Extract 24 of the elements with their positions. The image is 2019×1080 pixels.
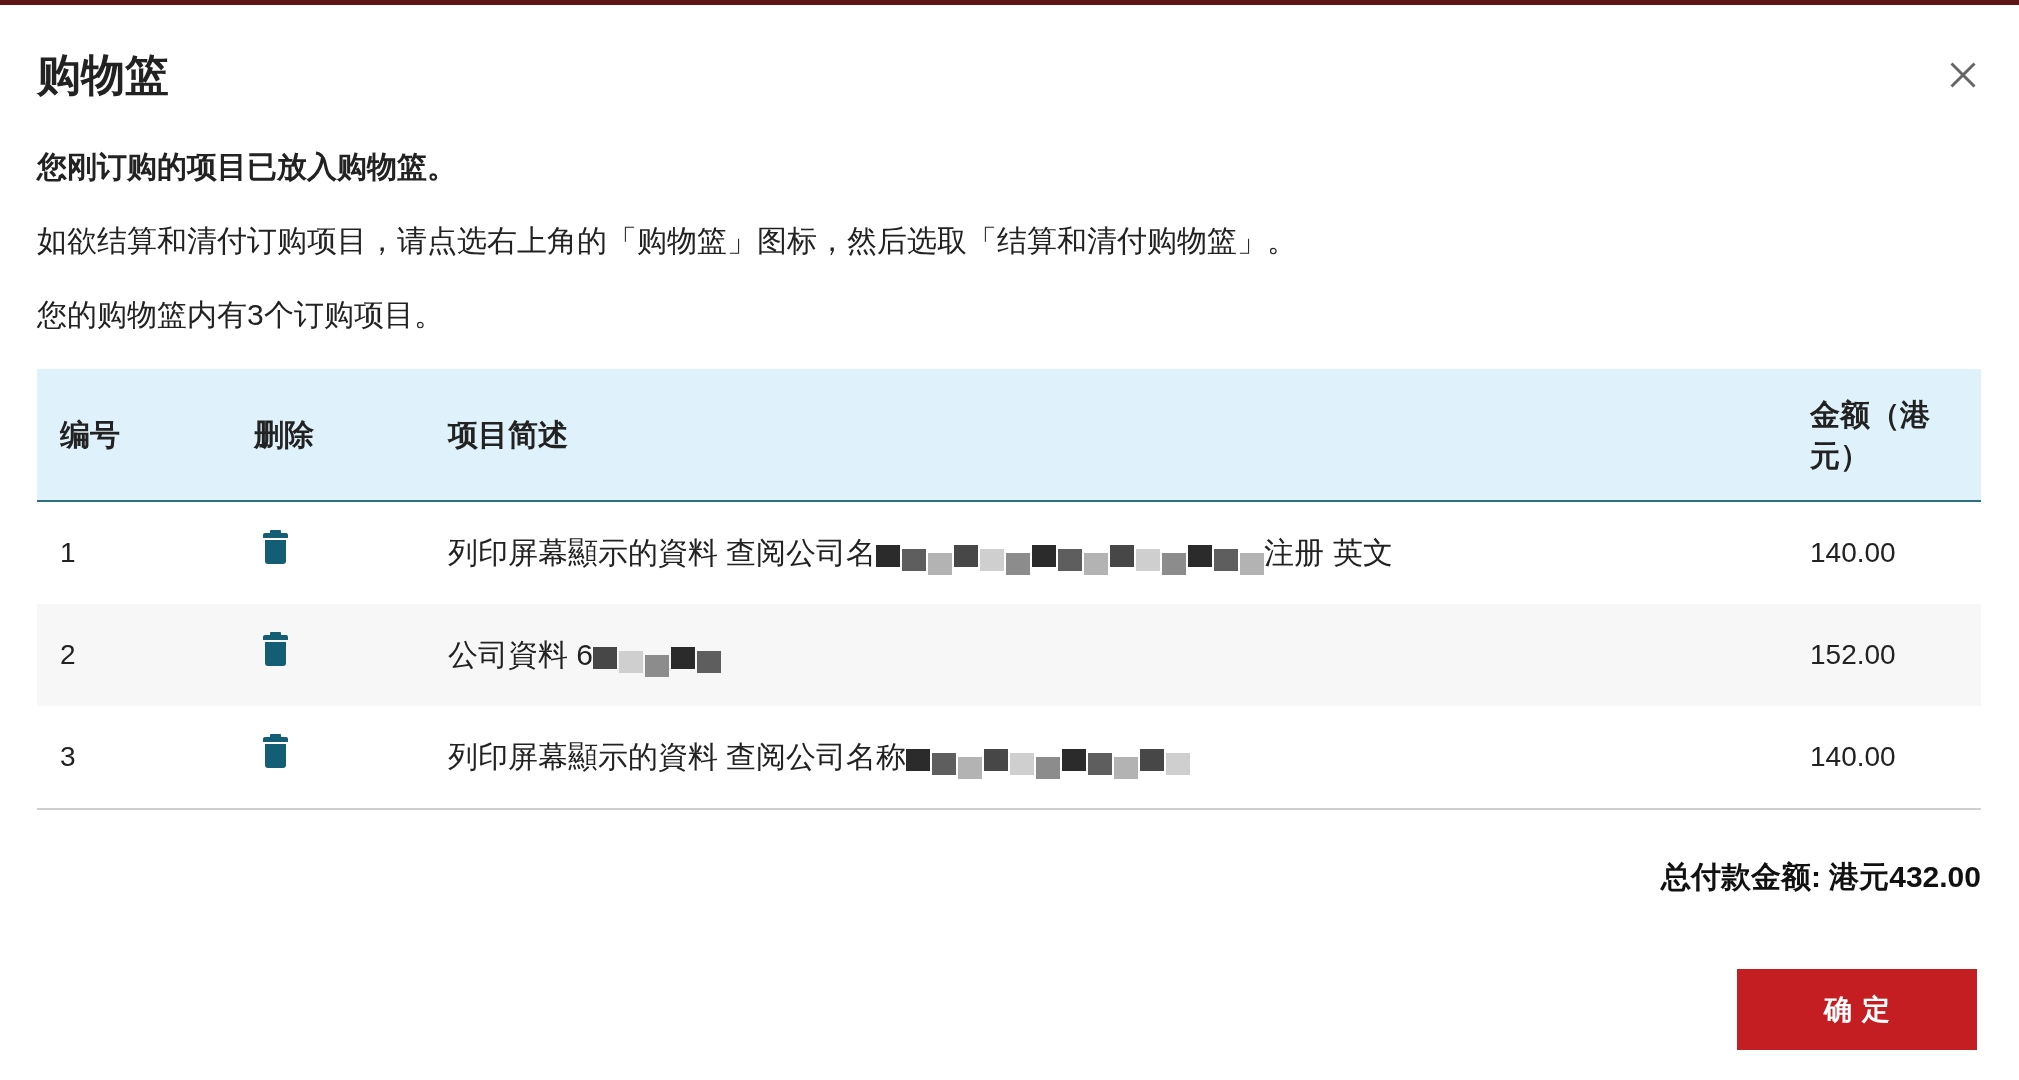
item-amount: 140.00 xyxy=(1809,537,1897,569)
column-header: 编号 xyxy=(59,417,121,453)
confirm-button[interactable]: 确定 xyxy=(1737,969,1977,1050)
item-description: 注册 英文 xyxy=(1264,534,1393,571)
column-header: 金额（港元） xyxy=(1809,396,1931,474)
row-number: 1 xyxy=(59,537,77,569)
total-amount: 总付款金额: 港元432.00 xyxy=(1659,859,1981,895)
row-number: 2 xyxy=(59,639,77,671)
item-amount: 140.00 xyxy=(1809,741,1897,773)
close-icon[interactable] xyxy=(1950,62,1976,88)
column-header: 删除 xyxy=(252,417,315,453)
item-description: 公司資料 6 xyxy=(448,636,594,673)
trash-icon[interactable] xyxy=(263,734,288,768)
dialog-title: 购物篮 xyxy=(37,49,169,101)
row-number: 3 xyxy=(59,741,77,773)
item-description: 列印屏幕顯示的資料 查阅公司名称 xyxy=(448,738,907,775)
trash-icon[interactable] xyxy=(263,530,288,564)
item-description: 列印屏幕顯示的資料 查阅公司名 xyxy=(448,534,877,571)
item-amount: 152.00 xyxy=(1809,639,1897,671)
column-header: 项目简述 xyxy=(446,417,569,453)
message-text: 您的购物篮内有3个订购项目。 xyxy=(37,297,445,333)
trash-icon[interactable] xyxy=(263,632,288,666)
message-text: 如欲结算和清付订购项目，请点选右上角的「购物篮」图标，然后选取「结算和清付购物篮」。 xyxy=(37,223,1298,259)
message-text: 您刚订购的项目已放入购物篮。 xyxy=(37,149,458,185)
